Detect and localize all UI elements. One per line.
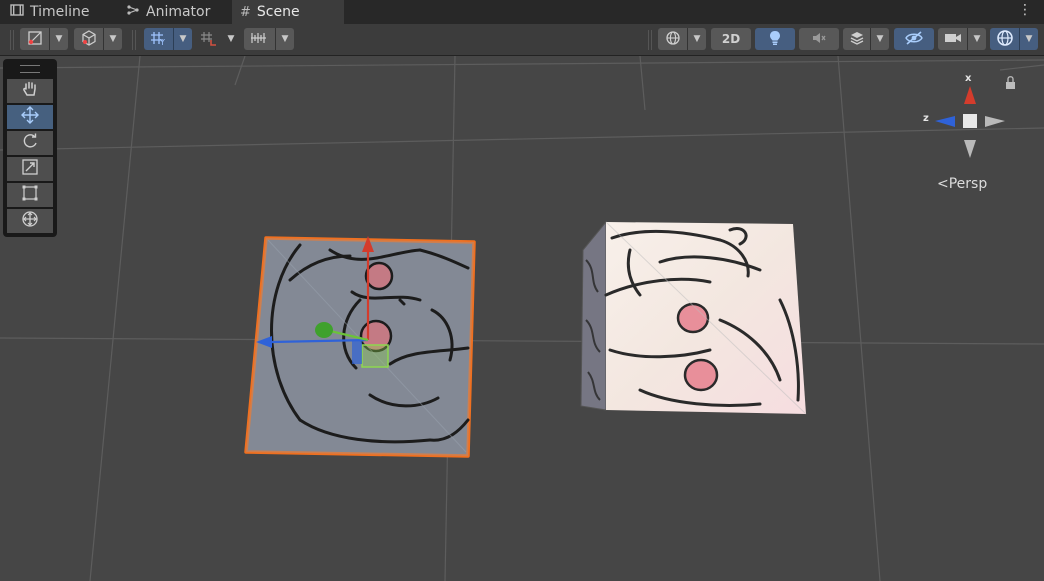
- chevron-down-icon: ▼: [1019, 28, 1038, 50]
- increment-snapping-toggle[interactable]: ▼: [196, 28, 240, 50]
- tab-label: Scene: [256, 4, 300, 20]
- chevron-left-icon: <: [937, 176, 949, 192]
- gizmo-x-label: x: [965, 73, 972, 84]
- projection-toggle[interactable]: <Persp: [937, 176, 987, 192]
- projection-label: Persp: [948, 176, 988, 192]
- z-axis-cone[interactable]: [935, 116, 955, 127]
- cube-icon: [81, 29, 97, 49]
- draw-mode-dropdown[interactable]: ▼: [20, 28, 68, 50]
- x-axis-cone[interactable]: [964, 86, 976, 104]
- shaded-mode-icon: [27, 30, 43, 49]
- gizmo-globe-icon: [996, 29, 1014, 50]
- unselected-cube[interactable]: [580, 220, 807, 415]
- scene-audio-toggle[interactable]: [799, 28, 839, 50]
- rect-tool-button[interactable]: [7, 183, 53, 207]
- lightbulb-icon: [768, 30, 782, 49]
- scene-camera-orbit-dropdown[interactable]: ▼: [658, 28, 706, 50]
- toolbar-separator: [132, 30, 136, 50]
- transform-tool-button[interactable]: [7, 209, 53, 233]
- scene-canvas[interactable]: [0, 56, 1044, 581]
- scale-icon: [21, 158, 39, 180]
- scene-visibility-toggle[interactable]: [894, 28, 934, 50]
- chevron-down-icon: ▼: [870, 28, 889, 50]
- snap-grid-icon: [200, 30, 218, 49]
- eye-shape: [364, 261, 394, 291]
- chevron-down-icon: ▼: [687, 28, 706, 50]
- overlay-drag-handle[interactable]: [20, 65, 40, 73]
- chevron-down-icon: ▼: [967, 28, 986, 50]
- film-icon: [10, 4, 24, 20]
- scene-lighting-toggle[interactable]: [755, 28, 795, 50]
- eye-shape: [683, 358, 719, 392]
- gizmo-z-label: z: [923, 113, 929, 124]
- neg-z-axis-cone[interactable]: [985, 116, 1005, 127]
- toolbar-separator: [648, 30, 652, 50]
- hash-icon: #: [240, 4, 251, 20]
- chevron-down-icon: ▼: [103, 28, 122, 50]
- render-mode-dropdown[interactable]: ▼: [74, 28, 122, 50]
- toolbar-grip: [10, 30, 14, 50]
- scene-camera-dropdown[interactable]: ▼: [938, 28, 986, 50]
- gizmo-center-cube[interactable]: [963, 114, 977, 128]
- move-arrows-icon: [20, 105, 40, 129]
- hand-icon: [21, 80, 39, 102]
- globe-icon: [665, 30, 681, 49]
- toggle-2d-button[interactable]: 2D: [711, 28, 751, 50]
- orientation-gizmo[interactable]: [935, 86, 1005, 158]
- svg-text:Y: Y: [159, 38, 165, 46]
- lock-icon[interactable]: [1006, 76, 1015, 89]
- rotate-icon: [21, 132, 39, 154]
- chevron-down-icon: ▼: [49, 28, 68, 50]
- rect-icon: [21, 184, 39, 206]
- tab-bar: Timeline Animator # Scene ⋮: [0, 0, 1044, 24]
- hand-tool-button[interactable]: [7, 79, 53, 103]
- chevron-down-icon: ▼: [227, 34, 235, 44]
- toggle-2d-label: 2D: [721, 32, 741, 46]
- scene-effects-dropdown[interactable]: ▼: [843, 28, 889, 50]
- neg-x-axis-cone[interactable]: [964, 140, 976, 158]
- layers-effects-icon: [849, 30, 865, 49]
- tools-overlay[interactable]: [3, 59, 57, 237]
- scene-viewport[interactable]: x z: [0, 56, 1044, 581]
- grid-snapping-toggle[interactable]: Y ▼: [144, 28, 192, 50]
- scale-tool-button[interactable]: [7, 157, 53, 181]
- grid-ruler-icon: [250, 30, 270, 49]
- tab-animator[interactable]: Animator: [118, 0, 238, 24]
- chevron-down-icon: ▼: [275, 28, 294, 50]
- grid-y-icon: Y: [150, 30, 168, 49]
- plane-handle[interactable]: [352, 340, 362, 364]
- grid-visibility-dropdown[interactable]: ▼: [244, 28, 294, 50]
- tab-label: Animator: [146, 4, 211, 20]
- rotate-tool-button[interactable]: [7, 131, 53, 155]
- tab-timeline[interactable]: Timeline: [2, 0, 124, 24]
- animator-icon: [126, 4, 140, 20]
- eye-slash-icon: [904, 30, 924, 49]
- move-tool-button[interactable]: [7, 105, 53, 129]
- eye-shape: [676, 302, 710, 334]
- x-axis-handle[interactable]: [315, 322, 333, 338]
- more-options-icon[interactable]: ⋮: [1018, 2, 1032, 18]
- speaker-muted-icon: [811, 30, 827, 49]
- chevron-down-icon: ▼: [173, 28, 192, 50]
- transform-icon: [20, 209, 40, 233]
- plane-handle[interactable]: [361, 344, 389, 368]
- camera-icon: [944, 31, 962, 48]
- tab-scene[interactable]: # Scene: [232, 0, 344, 24]
- gizmos-dropdown[interactable]: ▼: [990, 28, 1038, 50]
- ground-grid: [0, 56, 1044, 581]
- scene-toolbar: ▼ ▼ Y ▼ ▼ ▼ ▼ 2D ▼ ▼ ▼: [0, 24, 1044, 56]
- tab-label: Timeline: [30, 4, 90, 20]
